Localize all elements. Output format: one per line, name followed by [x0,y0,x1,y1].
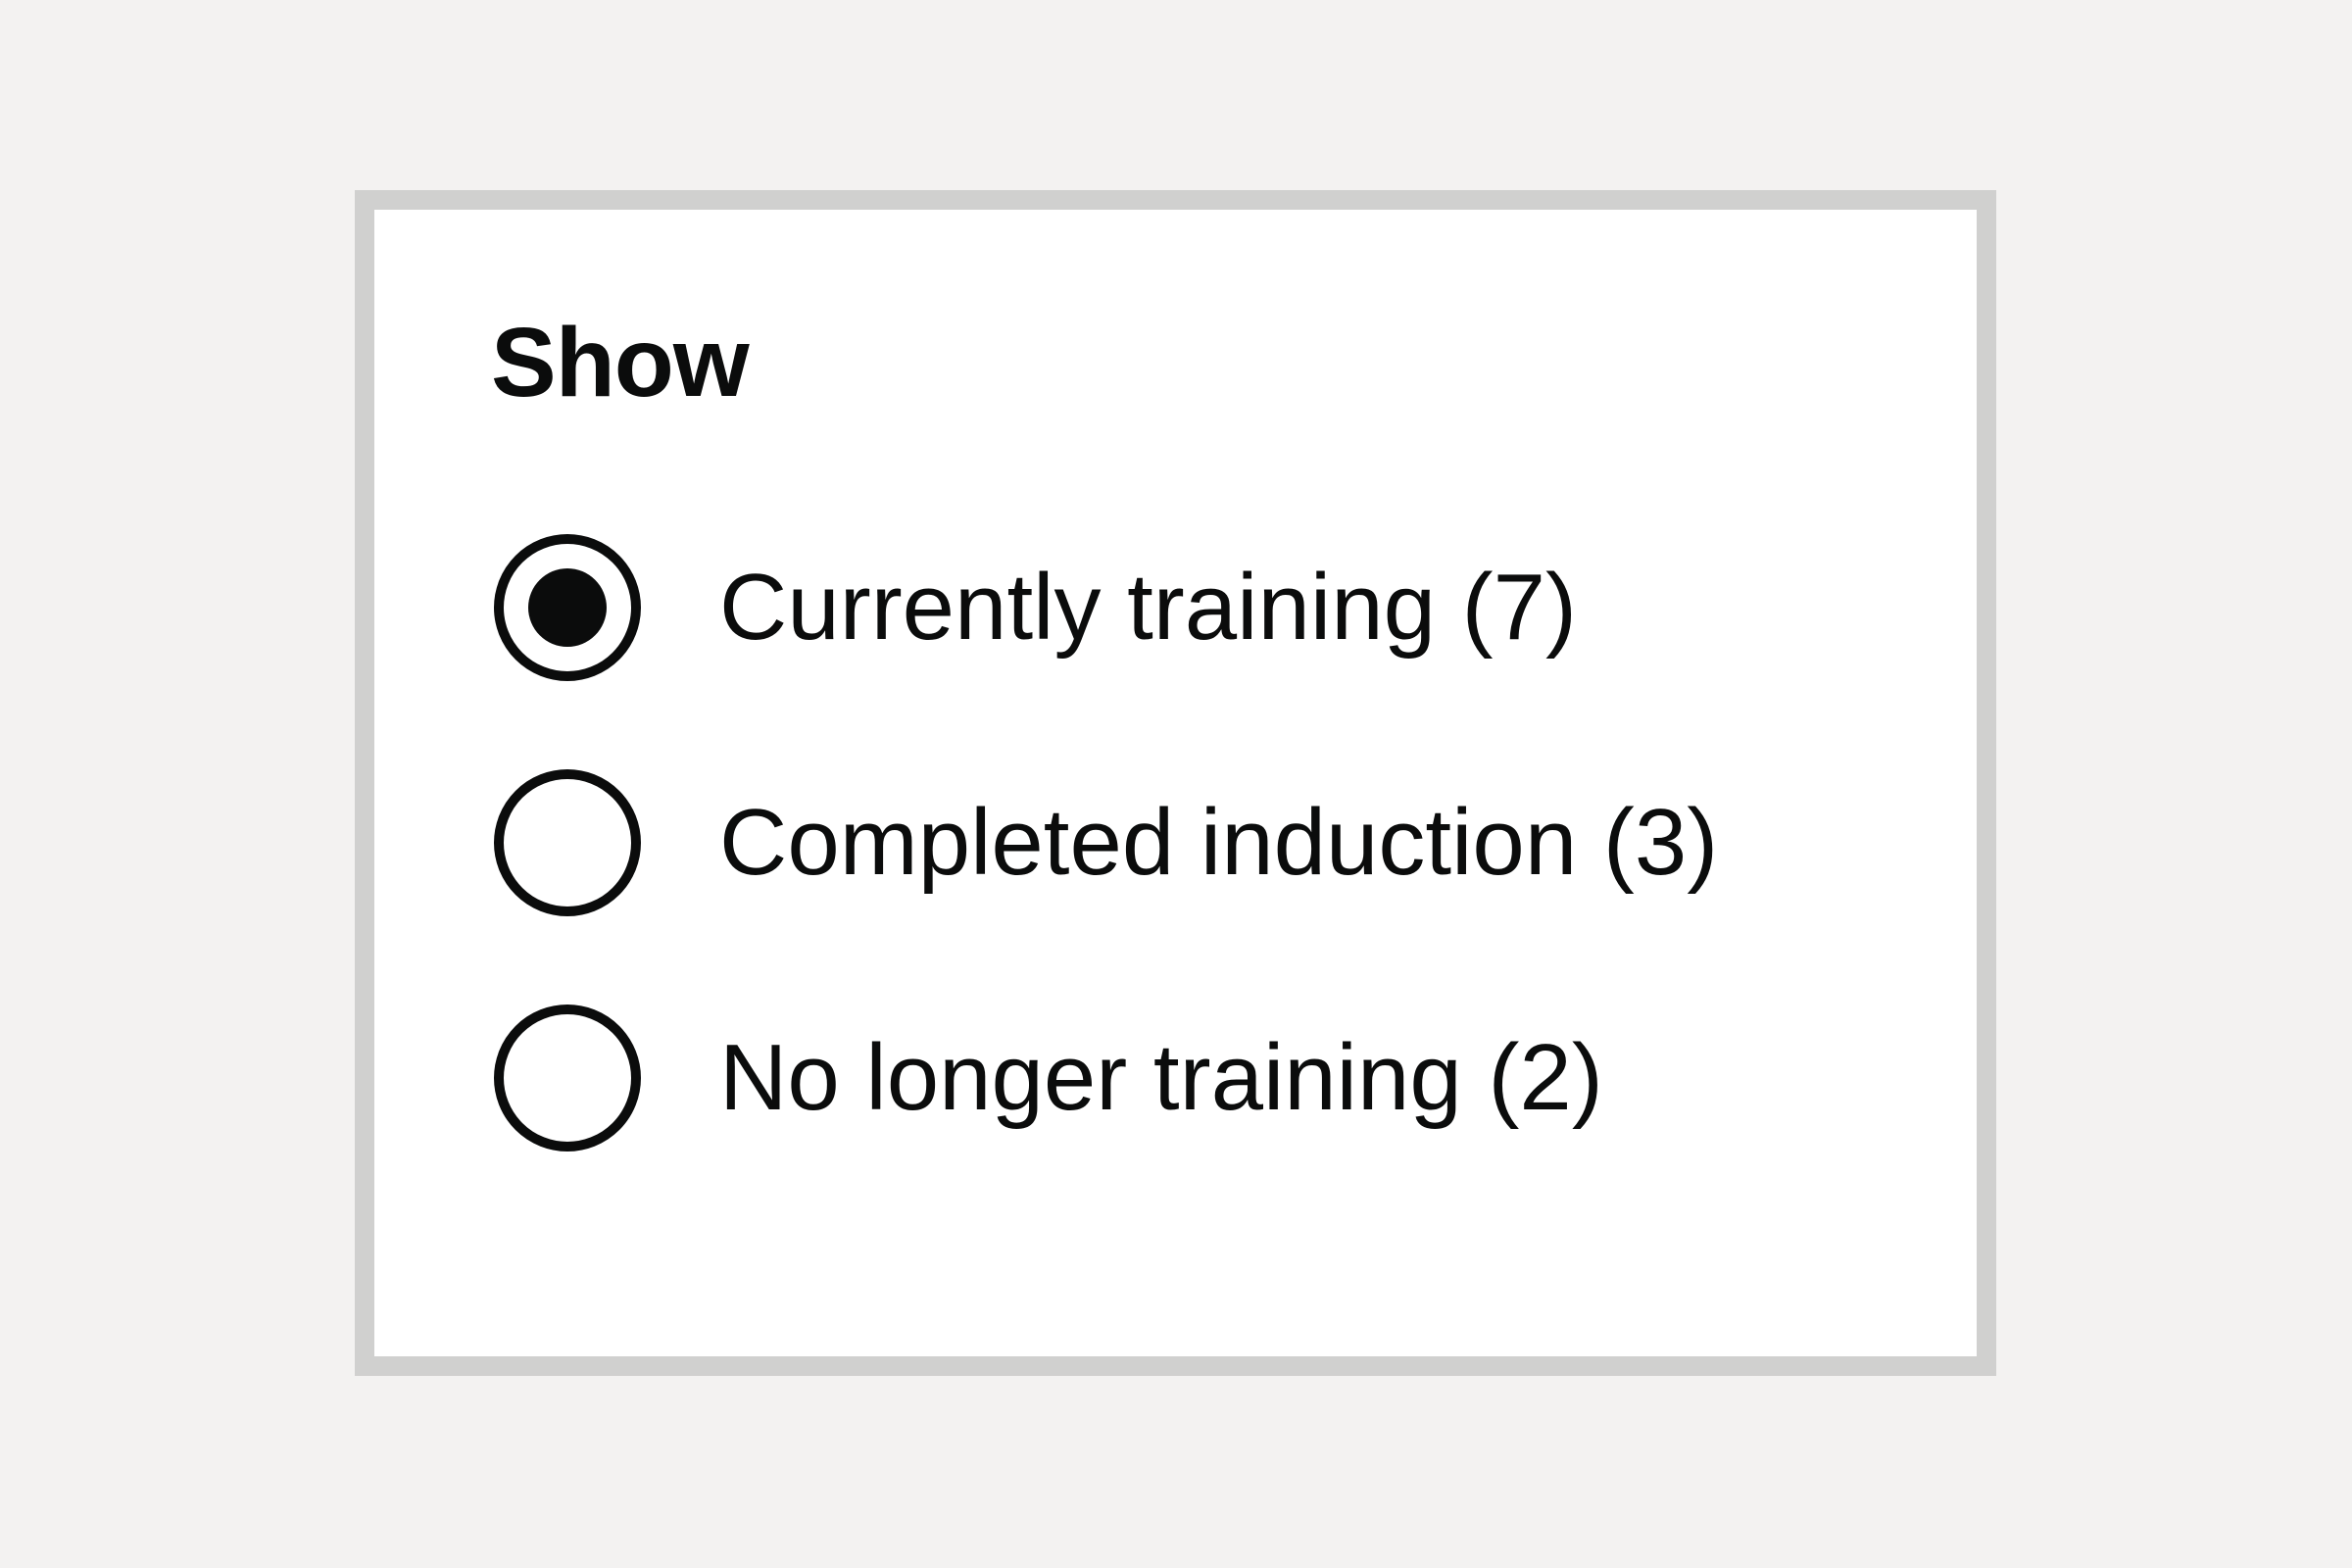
radio-option-currently-training[interactable]: Currently training (7) [494,534,1577,681]
radio-button-selected-icon[interactable] [494,534,641,681]
radio-button-icon[interactable] [494,769,641,916]
radio-label-currently-training[interactable]: Currently training (7) [719,561,1577,655]
radio-option-completed-induction[interactable]: Completed induction (3) [494,769,1718,916]
radio-button-icon[interactable] [494,1004,641,1152]
radio-checked-dot-icon [528,568,607,647]
filter-legend: Show [491,308,750,417]
radio-label-completed-induction[interactable]: Completed induction (3) [719,796,1718,890]
radio-option-no-longer-training[interactable]: No longer training (2) [494,1004,1603,1152]
radio-label-no-longer-training[interactable]: No longer training (2) [719,1031,1603,1125]
page: Show Currently training (7) Completed in… [0,0,2352,1568]
